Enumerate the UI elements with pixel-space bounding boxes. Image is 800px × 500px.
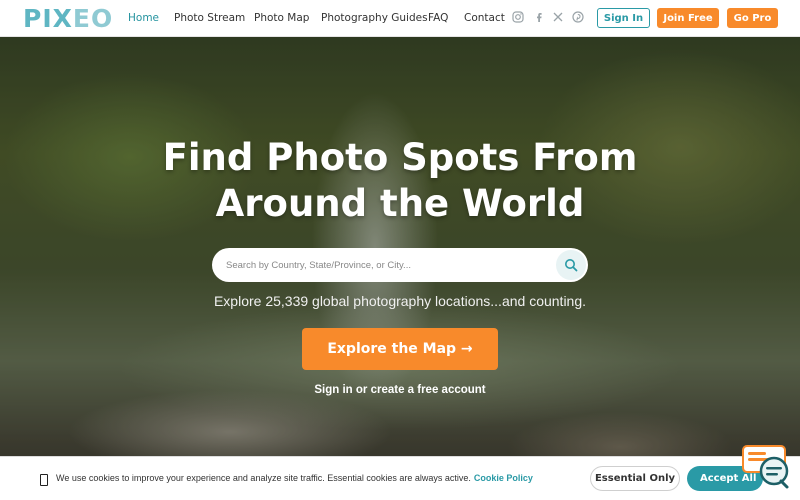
search-input[interactable] xyxy=(226,259,546,271)
go-pro-button[interactable]: Go Pro xyxy=(727,8,778,28)
facebook-icon[interactable] xyxy=(533,11,545,23)
search-button[interactable] xyxy=(556,250,586,280)
nav-home[interactable]: Home xyxy=(128,12,159,24)
join-free-button[interactable]: Join Free xyxy=(657,8,719,28)
cookie-notice-icon xyxy=(40,474,48,486)
nav-photo-map[interactable]: Photo Map xyxy=(254,12,309,24)
nav-faq[interactable]: FAQ xyxy=(428,12,448,24)
essential-only-button[interactable]: Essential Only xyxy=(590,466,680,491)
logo-text-b: EO xyxy=(72,4,114,33)
cookie-text: We use cookies to improve your experienc… xyxy=(56,473,533,483)
pinterest-icon[interactable] xyxy=(572,11,584,23)
cookie-banner: We use cookies to improve your experienc… xyxy=(0,456,800,500)
chat-widget-icon[interactable] xyxy=(741,444,791,490)
site-header: PIXEO Home Photo Stream Photo Map Photog… xyxy=(0,0,800,37)
hero-section: Find Photo Spots From Around the World E… xyxy=(0,37,800,500)
hero-subtitle: Explore 25,339 global photography locati… xyxy=(213,293,587,309)
sign-in-button[interactable]: Sign In xyxy=(597,8,650,28)
nav-photography-guides[interactable]: Photography Guides xyxy=(321,12,428,24)
hero-title-line-2: Around the World xyxy=(215,182,585,225)
location-search xyxy=(212,248,588,282)
nav-photo-stream[interactable]: Photo Stream xyxy=(174,12,245,24)
logo-text-a: PIX xyxy=(23,4,73,33)
search-icon xyxy=(565,259,578,272)
cookie-message: We use cookies to improve your experienc… xyxy=(56,473,471,483)
nav-contact[interactable]: Contact xyxy=(464,12,505,24)
x-icon[interactable] xyxy=(552,11,564,23)
explore-map-button[interactable]: Explore the Map → xyxy=(302,328,498,370)
hero-title: Find Photo Spots From Around the World xyxy=(0,135,800,227)
pixeo-logo[interactable]: PIXEO xyxy=(23,6,113,31)
hero-title-line-1: Find Photo Spots From xyxy=(162,136,638,179)
cookie-policy-link[interactable]: Cookie Policy xyxy=(474,473,533,483)
signin-create-account-link[interactable]: Sign in or create a free account xyxy=(0,384,800,396)
instagram-icon[interactable] xyxy=(512,11,524,23)
